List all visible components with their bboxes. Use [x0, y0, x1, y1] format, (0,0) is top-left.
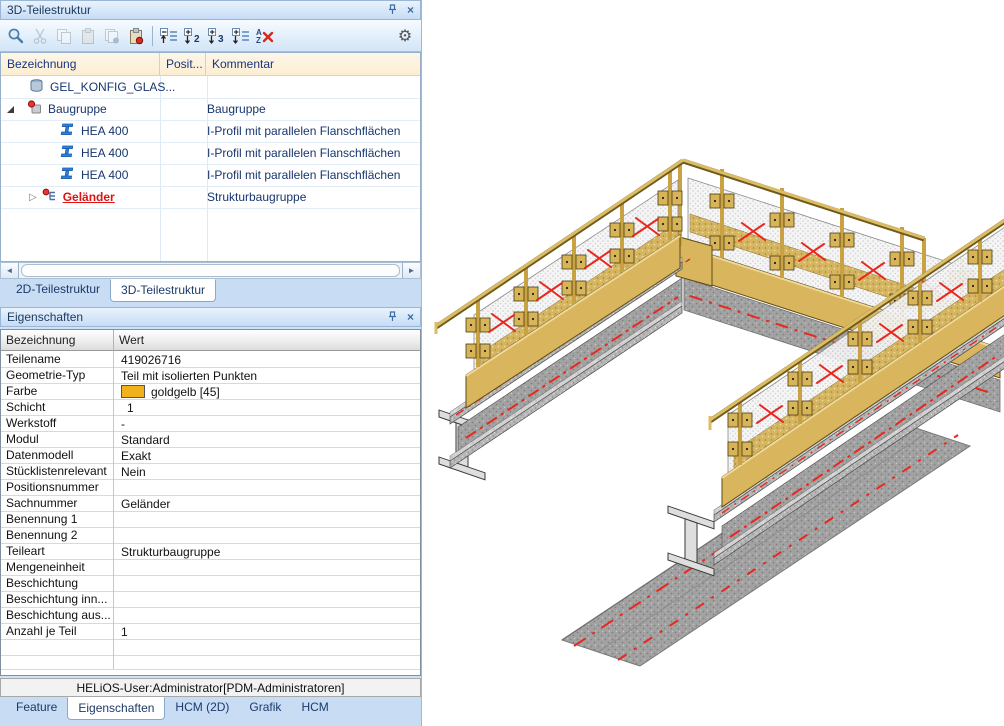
remove-sorting-icon[interactable]: AZ [253, 24, 277, 48]
collapsed-arrow-icon[interactable]: ▷ [29, 192, 37, 203]
cut-icon[interactable] [28, 24, 52, 48]
tree-item-label: HEA 400 [81, 124, 128, 138]
properties-header[interactable]: Bezeichnung Wert [1, 330, 420, 351]
tree-item-label: GEL_KONFIG_GLAS... [50, 80, 175, 94]
zoom-search-icon[interactable] [4, 24, 28, 48]
toolbar-separator [152, 26, 153, 46]
tab-hcm-2d[interactable]: HCM (2D) [165, 697, 239, 718]
property-row[interactable]: Beschichtung aus... [1, 607, 420, 624]
settings-gear-icon[interactable]: ⚙ [393, 24, 417, 48]
tree-item-comment: Baugruppe [207, 102, 266, 116]
helios-user-status: HELiOS-User:Administrator[PDM-Administra… [76, 681, 344, 695]
structure-assembly-icon [42, 188, 57, 206]
property-row[interactable]: Schicht1 [1, 399, 420, 416]
tree-item-label: HEA 400 [81, 146, 128, 160]
viewport-3d[interactable] [421, 0, 1004, 726]
tree-item-comment: I-Profil mit parallelen Flanschflächen [207, 124, 400, 138]
property-row[interactable]: Anzahl je Teil1 [1, 623, 420, 640]
property-row[interactable]: Mengeneinheit [1, 559, 420, 576]
tree-row-assembly[interactable]: Baugruppe Baugruppe [1, 98, 420, 121]
tree-row-beam[interactable]: HEA 400 I-Profil mit parallelen Flanschf… [1, 142, 420, 165]
tree-item-comment: I-Profil mit parallelen Flanschflächen [207, 146, 400, 160]
tree-row-drawing[interactable]: GEL_KONFIG_GLAS... [1, 76, 420, 99]
property-row-empty [1, 655, 420, 670]
beam-profile-icon [59, 144, 75, 162]
properties-panel-titlebar: Eigenschaften × [0, 307, 421, 327]
column-bezeichnung[interactable]: Bezeichnung [1, 53, 160, 75]
structure-tree: Bezeichnung Posit... Kommentar GEL_KONFI… [0, 52, 421, 262]
property-row[interactable]: TeileartStrukturbaugruppe [1, 543, 420, 560]
property-row[interactable]: StücklistenrelevantNein [1, 463, 420, 480]
column-wert[interactable]: Wert [114, 330, 420, 351]
tab-2d-teilestruktur[interactable]: 2D-Teilestruktur [6, 279, 110, 300]
column-kommentar[interactable]: Kommentar [206, 53, 420, 75]
tab-eigenschaften[interactable]: Eigenschaften [67, 697, 165, 720]
column-position[interactable]: Posit... [160, 53, 206, 75]
tree-item-comment: Strukturbaugruppe [207, 190, 306, 204]
tree-horizontal-scrollbar[interactable]: ◄ ► [0, 262, 421, 279]
structure-tabstrip: 2D-Teilestruktur 3D-Teilestruktur [0, 279, 421, 307]
property-row-farbe[interactable]: Farbegoldgelb [45] [1, 383, 420, 400]
color-swatch [121, 385, 145, 398]
tree-item-label: HEA 400 [81, 168, 128, 182]
expand-all-icon[interactable] [229, 24, 253, 48]
property-row[interactable]: SachnummerGeländer [1, 495, 420, 512]
svg-text:3: 3 [218, 34, 224, 45]
property-row[interactable]: ModulStandard [1, 431, 420, 448]
helios-status-bar: HELiOS-User:Administrator[PDM-Administra… [0, 678, 421, 697]
scroll-left-button[interactable]: ◄ [1, 263, 19, 278]
expanded-arrow-icon[interactable] [7, 106, 14, 113]
tab-3d-teilestruktur[interactable]: 3D-Teilestruktur [110, 279, 216, 302]
pin-icon[interactable] [387, 311, 398, 324]
tab-hcm[interactable]: HCM [291, 697, 338, 718]
beam-profile-icon [59, 166, 75, 184]
column-bezeichnung[interactable]: Bezeichnung [1, 330, 114, 351]
property-row[interactable]: Teilename419026716 [1, 351, 420, 368]
tree-item-comment: I-Profil mit parallelen Flanschflächen [207, 168, 400, 182]
properties-panel-title: Eigenschaften [7, 310, 378, 324]
tree-row-beam[interactable]: HEA 400 I-Profil mit parallelen Flanschf… [1, 164, 420, 187]
railing-run-left [436, 160, 690, 480]
railing-3d-model [422, 0, 1004, 726]
pin-icon[interactable] [387, 4, 398, 17]
property-row[interactable]: Werkstoff- [1, 415, 420, 432]
structure-panel-titlebar: 3D-Teilestruktur × [0, 0, 421, 20]
copy-icon[interactable] [52, 24, 76, 48]
application-window: 3D-Teilestruktur × 2 [0, 0, 1004, 726]
svg-text:Z: Z [256, 36, 261, 45]
close-icon[interactable]: × [407, 4, 414, 16]
structure-toolbar: 2 3 AZ ⚙ [0, 20, 421, 52]
tree-item-label: Baugruppe [48, 102, 107, 116]
properties-table: Bezeichnung Wert Teilename419026716 Geom… [0, 329, 421, 676]
structure-panel-title: 3D-Teilestruktur [7, 3, 378, 17]
collapse-all-icon[interactable] [157, 24, 181, 48]
paste-icon[interactable] [76, 24, 100, 48]
scrollbar-thumb[interactable] [21, 264, 400, 277]
bottom-tabstrip: Feature Eigenschaften HCM (2D) Grafik HC… [0, 697, 421, 726]
tree-row-beam[interactable]: HEA 400 I-Profil mit parallelen Flanschf… [1, 120, 420, 143]
property-row[interactable]: Beschichtung inn... [1, 591, 420, 608]
tab-grafik[interactable]: Grafik [239, 697, 291, 718]
expand-level-2-icon[interactable]: 2 [181, 24, 205, 48]
svg-text:2: 2 [194, 34, 200, 45]
paste-with-reference-icon[interactable] [124, 24, 148, 48]
tree-row-gelaender[interactable]: ▷ Geländer Strukturbaugruppe [1, 186, 420, 209]
close-icon[interactable]: × [407, 311, 414, 323]
assembly-icon [27, 100, 42, 118]
scroll-right-button[interactable]: ► [402, 263, 420, 278]
property-row[interactable]: Positionsnummer [1, 479, 420, 496]
property-row[interactable]: Benennung 2 [1, 527, 420, 544]
expand-level-3-icon[interactable]: 3 [205, 24, 229, 48]
beam-profile-icon [59, 122, 75, 140]
drawing-icon [29, 78, 44, 96]
tab-feature[interactable]: Feature [6, 697, 67, 718]
property-row[interactable]: Beschichtung [1, 575, 420, 592]
copy-with-reference-icon[interactable] [100, 24, 124, 48]
property-row[interactable]: Geometrie-TypTeil mit isolierten Punkten [1, 367, 420, 384]
tree-header[interactable]: Bezeichnung Posit... Kommentar [1, 53, 420, 76]
tree-item-label: Geländer [63, 190, 115, 204]
property-row[interactable]: DatenmodellExakt [1, 447, 420, 464]
property-row[interactable]: Benennung 1 [1, 511, 420, 528]
property-row-empty [1, 639, 420, 656]
